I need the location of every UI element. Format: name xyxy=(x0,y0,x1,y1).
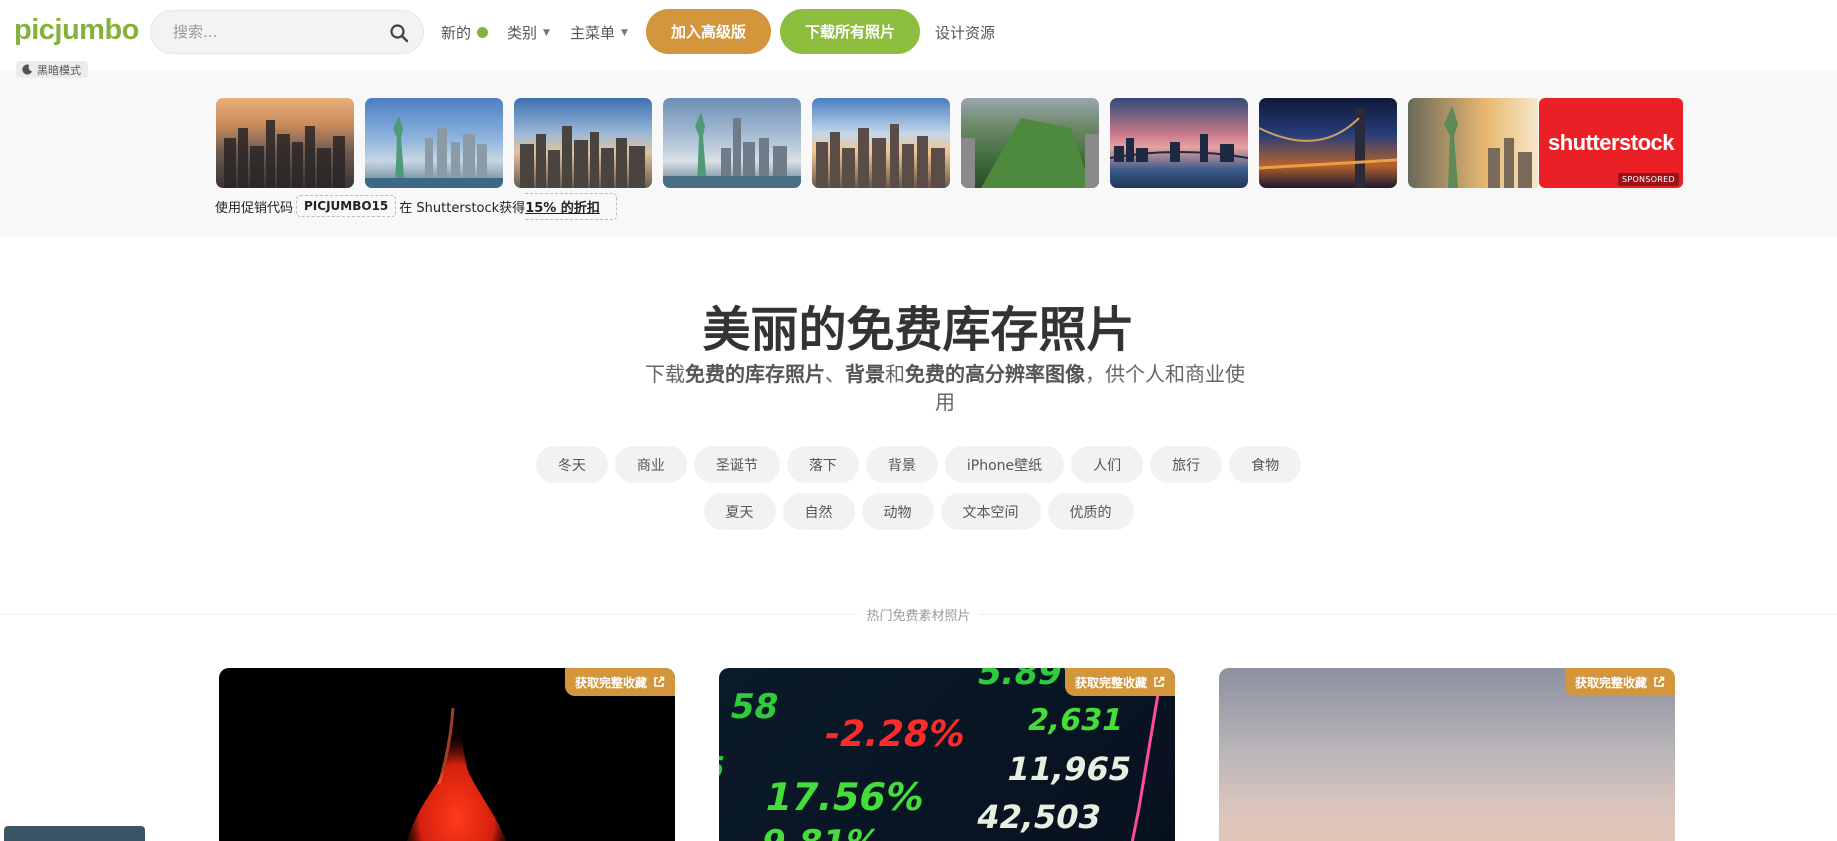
subtitle-part: 下载 xyxy=(645,362,685,386)
moon-icon xyxy=(22,64,33,75)
sponsored-thumbnail[interactable] xyxy=(216,98,354,188)
join-premium-button[interactable]: 加入高级版 xyxy=(646,9,771,54)
site-header: picjumbo 新的 类别 ▼ 主菜单 ▼ 加入高级版 下载所有照片 设计资源 xyxy=(0,0,1837,70)
category-tag[interactable]: iPhone壁纸 xyxy=(944,446,1065,483)
promo-discount-link[interactable]: 15% 的折扣 xyxy=(525,192,617,220)
category-tag[interactable]: 优质的 xyxy=(1047,493,1134,530)
sponsored-strip: shutterstock SPONSORED 使用促销代码 PICJUMBO15… xyxy=(0,70,1837,237)
subtitle-part: 、 xyxy=(825,362,845,386)
sponsored-thumbnail[interactable] xyxy=(961,98,1099,188)
stock-number: 17.56% xyxy=(761,775,929,820)
promo-middle: 在 Shutterstock获得 xyxy=(399,200,526,216)
sponsored-thumbnail[interactable] xyxy=(1110,98,1248,188)
subtitle-bold: 免费的高分辨率图像 xyxy=(905,362,1085,386)
sponsored-thumbnail[interactable] xyxy=(812,98,950,188)
category-tag[interactable]: 自然 xyxy=(782,493,855,530)
new-indicator-dot xyxy=(477,27,489,38)
promo-code[interactable]: PICJUMBO15 xyxy=(296,195,397,217)
stock-number: 11,965 xyxy=(1004,750,1135,788)
subtitle-bold: 免费的库存照片 xyxy=(685,362,825,386)
category-tag[interactable]: 落下 xyxy=(786,446,859,483)
nav-categories-label: 类别 xyxy=(507,24,538,42)
section-label-text: 热门免费素材照片 xyxy=(858,609,979,624)
stock-number: 9.81% xyxy=(758,823,884,841)
sponsored-thumbnail[interactable] xyxy=(1408,98,1538,188)
category-tags-row-2: 夏天 自然 动物 文本空间 优质的 xyxy=(0,493,1837,530)
get-collection-badge[interactable]: 获取完整收藏 xyxy=(1564,668,1675,696)
photo-card[interactable]: 5.89% -2.28% 2,631 17.56% 11,965 42,503 … xyxy=(719,668,1175,841)
sponsored-thumbnail[interactable] xyxy=(514,98,652,188)
promo-text: 使用促销代码 PICJUMBO15 在 Shutterstock获得 15% 的… xyxy=(215,192,617,220)
category-tag[interactable]: 商业 xyxy=(614,446,687,483)
page-title: 美丽的免费库存照片 xyxy=(702,302,1135,358)
sponsored-label: SPONSORED xyxy=(1617,173,1679,186)
category-tag[interactable]: 背景 xyxy=(865,446,938,483)
caret-down-icon: ▼ xyxy=(543,27,550,38)
nav-new[interactable]: 新的 xyxy=(441,22,489,43)
badge-label: 获取完整收藏 xyxy=(574,675,647,690)
badge-label: 获取完整收藏 xyxy=(1074,675,1147,690)
dark-mode-label: 黑暗模式 xyxy=(37,63,81,77)
dark-mode-toggle[interactable]: 黑暗模式 xyxy=(16,61,88,78)
shutterstock-ad[interactable]: shutterstock SPONSORED xyxy=(1539,98,1683,188)
shutterstock-logo: shutterstock xyxy=(1547,130,1675,155)
category-tag[interactable]: 动物 xyxy=(861,493,934,530)
category-tag[interactable]: 冬天 xyxy=(535,446,608,483)
nav-main-menu[interactable]: 主菜单 ▼ xyxy=(570,22,628,43)
section-label: 热门免费素材照片 xyxy=(0,605,1837,624)
external-link-icon xyxy=(1154,676,1165,687)
nav-new-label: 新的 xyxy=(441,24,472,42)
floating-widget-tab[interactable] xyxy=(4,826,145,841)
nav-main-menu-label: 主菜单 xyxy=(570,24,616,42)
sponsored-thumbnail[interactable] xyxy=(1259,98,1397,188)
caret-down-icon: ▼ xyxy=(621,27,628,38)
search-bar[interactable] xyxy=(150,10,424,54)
nav-categories[interactable]: 类别 ▼ xyxy=(507,22,550,43)
get-collection-badge[interactable]: 获取完整收藏 xyxy=(564,668,675,696)
category-tag[interactable]: 食物 xyxy=(1229,446,1302,483)
stock-number: -2.28% xyxy=(821,712,970,755)
category-tag[interactable]: 旅行 xyxy=(1150,446,1223,483)
category-tag[interactable]: 夏天 xyxy=(703,493,776,530)
get-collection-badge[interactable]: 获取完整收藏 xyxy=(1064,668,1175,696)
stock-number: 5 xyxy=(719,751,728,786)
category-tag[interactable]: 文本空间 xyxy=(940,493,1041,530)
sponsored-thumbnail[interactable] xyxy=(663,98,801,188)
external-link-icon xyxy=(1654,676,1665,687)
photo-card[interactable]: 获取完整收藏 xyxy=(219,668,675,841)
sponsored-thumbnail[interactable] xyxy=(365,98,503,188)
nav-design-resources[interactable]: 设计资源 xyxy=(935,22,995,43)
search-icon[interactable] xyxy=(389,23,409,43)
category-tags-row-1: 冬天 商业 圣诞节 落下 背景 iPhone壁纸 人们 旅行 食物 xyxy=(0,446,1837,483)
stock-number: 42,503 xyxy=(973,798,1104,836)
badge-label: 获取完整收藏 xyxy=(1574,675,1647,690)
promo-prefix: 使用促销代码 xyxy=(215,200,294,216)
stock-number: 58 xyxy=(726,687,782,727)
page-subtitle: 下载免费的库存照片、背景和免费的高分辨率图像，供个人和商业使用 xyxy=(640,360,1250,416)
category-tag[interactable]: 人们 xyxy=(1071,446,1144,483)
subtitle-part: 和 xyxy=(885,362,905,386)
stock-number: 2,631 xyxy=(1024,703,1126,738)
external-link-icon xyxy=(654,676,665,687)
subtitle-bold: 背景 xyxy=(845,362,885,386)
site-logo[interactable]: picjumbo xyxy=(14,14,139,47)
download-all-button[interactable]: 下载所有照片 xyxy=(780,9,920,54)
category-tag[interactable]: 圣诞节 xyxy=(693,446,780,483)
search-input[interactable] xyxy=(173,23,373,41)
photo-card[interactable]: 获取完整收藏 xyxy=(1219,668,1675,841)
nav-design-label: 设计资源 xyxy=(935,24,996,42)
